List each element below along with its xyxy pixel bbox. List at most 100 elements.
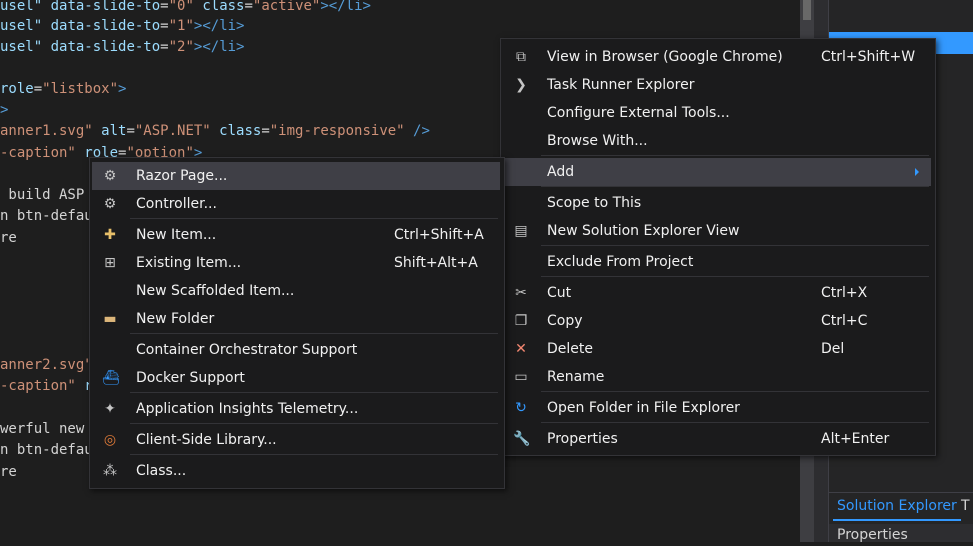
menu-item-add[interactable]: Add [503,158,931,186]
menu-item-browse-with[interactable]: Browse With... [503,127,931,155]
menu-item-delete[interactable]: ✕ Delete Del [503,335,931,363]
task-runner-icon: ❯ [515,77,527,93]
menu-item-docker-support[interactable]: ⛴ Docker Support [92,364,500,392]
menu-item-new-scaffolded-item[interactable]: New Scaffolded Item... [92,277,500,305]
menu-item-copy[interactable]: ❐ Copy Ctrl+C [503,307,931,335]
menu-item-task-runner-explorer[interactable]: ❯ Task Runner Explorer [503,71,931,99]
menu-item-label: Scope to This [547,195,642,211]
menu-item-label: Browse With... [547,133,648,149]
menu-item-label: Delete [547,341,593,357]
refresh-icon: ↻ [515,400,527,416]
code-token: > [118,81,127,97]
menu-item-razor-page[interactable]: ⚙ Razor Page... [92,162,500,190]
code-token: = [126,123,135,139]
code-token: build ASP [0,187,85,203]
class-icon: ⁂ [103,463,117,479]
submenu-arrow-icon [915,168,919,176]
menu-item-rename[interactable]: ▭ Rename [503,363,931,391]
properties-panel-header: Properties [829,524,973,543]
code-token: = [160,0,169,14]
context-menu: ⧉ View in Browser (Google Chrome) Ctrl+Shi… [500,38,936,456]
code-line: usel" data-slide-to="0" class="active"><… [0,0,371,16]
code-token: werful new [0,421,85,437]
code-token: = [33,81,43,97]
menu-item-label: Configure External Tools... [547,105,730,121]
new-view-icon: ▤ [514,223,528,239]
code-token: "0" [168,0,194,14]
code-line: role="listbox"> [0,79,126,99]
menu-item-shortcut: Ctrl+C [821,313,868,329]
menu-separator [541,155,929,156]
code-token: n btn-defau [0,208,93,224]
docker-icon: ⛴ [102,370,120,386]
editor-scrollbar-thumb[interactable] [803,0,811,20]
code-token: = [160,18,169,34]
menu-item-label: Application Insights Telemetry... [136,401,359,417]
add-submenu: ⚙ Razor Page... ⚙ Controller... ✚ New Item...… [89,157,505,489]
code-line: re [0,228,17,248]
code-token: anner2.svg" [0,357,93,373]
menu-item-configure-external-tools[interactable]: Configure External Tools... [503,99,931,127]
code-line: usel" data-slide-to="2"></li> [0,37,244,57]
menu-separator [541,186,929,187]
code-token: ></li> [193,18,245,34]
menu-item-open-folder-in-file-explorer[interactable]: ↻ Open Folder in File Explorer [503,394,931,422]
code-token: = [261,123,270,139]
menu-item-controller[interactable]: ⚙ Controller... [92,190,500,218]
tree-item[interactable]: ▷◍wwwroo [829,8,973,30]
menu-item-exclude-from-project[interactable]: Exclude From Project [503,248,931,276]
code-token: usel" [0,0,43,14]
delete-icon: ✕ [515,341,527,357]
code-token: anner1.svg" [0,123,93,139]
menu-item-container-orchestrator-support[interactable]: Container Orchestrator Support [92,336,500,364]
existing-item-icon: ⊞ [104,255,116,271]
insights-icon: ✦ [104,401,116,417]
code-token: class [193,0,245,14]
menu-item-existing-item[interactable]: ⊞ Existing Item... Shift+Alt+A [92,249,500,277]
code-token: alt [92,123,127,139]
menu-item-new-folder[interactable]: ▬ New Folder [92,305,500,333]
code-line: > [0,100,8,120]
code-line: anner1.svg" alt="ASP.NET" class="img-res… [0,121,430,141]
code-token: -caption" [0,145,76,161]
menu-separator [541,276,929,277]
code-token: data-slide-to [42,0,161,14]
code-token: "img-responsive" [269,123,405,139]
code-line: n btn-defau [0,440,93,460]
code-token: n btn-defau [0,442,93,458]
code-token: role [0,81,34,97]
tab-other[interactable]: T [961,493,970,519]
menu-item-label: Docker Support [136,370,245,386]
code-token: /> [404,123,430,139]
menu-item-label: Task Runner Explorer [547,77,695,93]
menu-item-label: New Scaffolded Item... [136,283,295,299]
browser-icon: ⧉ [516,49,526,65]
menu-item-label: View in Browser (Google Chrome) [547,49,783,65]
client-library-icon: ◎ [103,432,117,448]
menu-item-label: Cut [547,285,572,301]
menu-item-new-item[interactable]: ✚ New Item... Ctrl+Shift+A [92,221,500,249]
code-token: "2" [168,39,194,55]
menu-separator [130,423,498,424]
code-token: usel" [0,39,43,55]
menu-item-application-insights-telemetry[interactable]: ✦ Application Insights Telemetry... [92,395,500,423]
menu-item-label: Open Folder in File Explorer [547,400,740,416]
menu-separator [130,392,498,393]
code-token: "active" [252,0,321,14]
menu-item-label: Client-Side Library... [136,432,277,448]
menu-item-shortcut: Ctrl+Shift+W [821,49,916,65]
menu-item-scope-to-this[interactable]: Scope to This [503,189,931,217]
menu-item-cut[interactable]: ✂ Cut Ctrl+X [503,279,931,307]
menu-item-properties[interactable]: 🔧 Properties Alt+Enter [503,425,931,453]
code-token: "1" [168,18,194,34]
menu-item-view-in-browser[interactable]: ⧉ View in Browser (Google Chrome) Ctrl+Shi… [503,43,931,71]
code-token: re [0,464,17,480]
new-item-icon: ✚ [104,227,116,243]
tab-solution-explorer[interactable]: Solution Explorer [833,493,961,521]
menu-item-label: Properties [547,431,618,447]
rename-icon: ▭ [514,369,528,385]
menu-item-class[interactable]: ⁂ Class... [92,457,500,485]
menu-item-new-solution-explorer-view[interactable]: ▤ New Solution Explorer View [503,217,931,245]
wrench-icon: 🔧 [513,431,531,447]
menu-item-client-side-library[interactable]: ◎ Client-Side Library... [92,426,500,454]
